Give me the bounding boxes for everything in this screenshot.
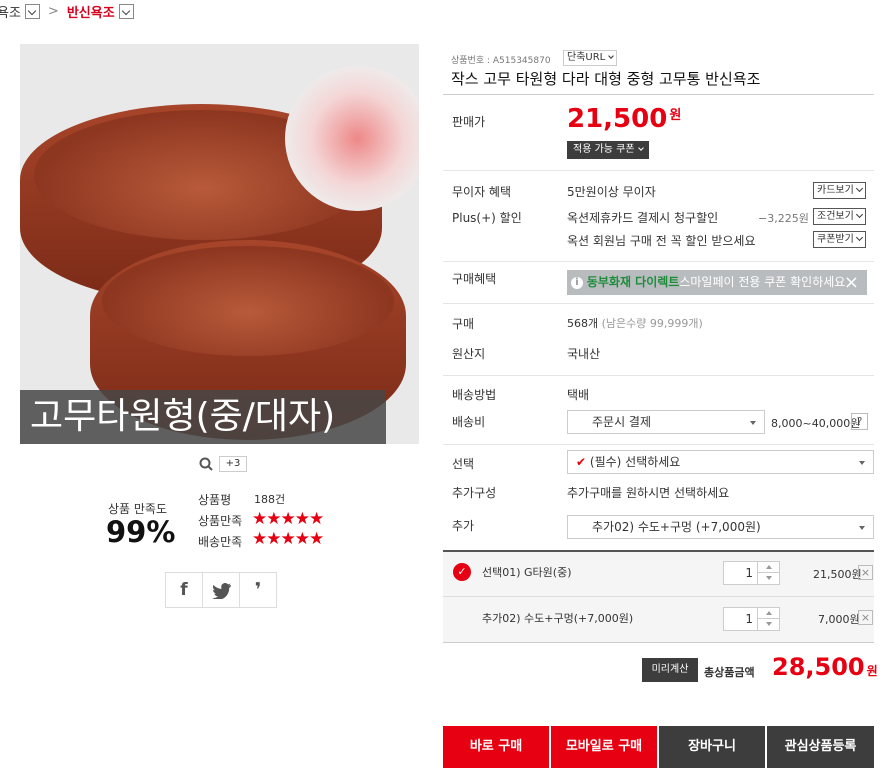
card-view-button[interactable]: 카드보기 (813, 182, 866, 199)
plus-discount-text: 옥션제휴카드 결제시 청구할인 (567, 211, 719, 225)
image-overlay-text: 고무타원형(중/대자) (20, 390, 386, 444)
total-label: 총상품금액 (704, 666, 755, 679)
selected-check-icon: ✓ (453, 563, 471, 581)
shipping-method-value: 택배 (567, 388, 590, 402)
divider (443, 444, 874, 445)
delivery-satisfaction-label: 배송만족 (198, 535, 243, 549)
help-icon[interactable]: ? (851, 413, 868, 430)
breadcrumb-parent[interactable]: 욕조 (0, 2, 21, 21)
blurred-logo (285, 66, 419, 211)
check-icon: ✔ (576, 455, 587, 469)
zoom-icon[interactable] (199, 457, 213, 471)
banner-highlight: 동부화재 다이렉트 (586, 275, 680, 289)
purchase-benefit-banner[interactable]: i 동부화재 다이렉트스마일페이 전용 쿠폰 확인하세요 × (567, 270, 867, 295)
selected-item-name: 선택01) G타원(중) (482, 566, 572, 579)
coupon-receive-button[interactable]: 쿠폰받기 (813, 231, 866, 248)
purchase-benefit-label: 구매혜택 (452, 272, 497, 286)
mobile-buy-button[interactable]: 모바일로 구매 (551, 726, 657, 768)
share-bar: f twitter ❜ (165, 572, 277, 608)
option-select-label: 선택 (452, 457, 475, 471)
divider (443, 261, 874, 262)
breadcrumb: 욕조 > 반신욕조 (0, 2, 134, 21)
selected-item-price: 21,500원 (813, 568, 862, 581)
decrease-button[interactable] (757, 573, 779, 584)
purchase-count-label: 구매 (452, 317, 475, 331)
selected-item-name: 추가02) 수도+구멍(+7,000원) (482, 612, 634, 625)
price-value: 21,500 원 (567, 104, 682, 134)
shipping-fee-label: 배송비 (452, 415, 486, 429)
divider (443, 303, 874, 304)
addon-text: 추가구매를 원하시면 선택하세요 (567, 486, 730, 500)
divider (443, 94, 874, 95)
close-icon[interactable]: × (844, 270, 859, 295)
product-title: 작스 고무 타원형 다라 대형 중형 고무통 반신욕조 (451, 70, 761, 88)
breadcrumb-current-dropdown[interactable] (118, 4, 134, 19)
shipping-fee-range: 8,000~40,000원 (771, 417, 861, 430)
facebook-share-button[interactable]: f (166, 573, 203, 607)
product-number: 상품번호 : A515345870 (451, 56, 551, 66)
increase-button[interactable] (757, 608, 779, 619)
facebook-icon: f (180, 580, 188, 600)
breadcrumb-separator: > (47, 4, 59, 19)
divider (443, 170, 874, 171)
remove-item-button[interactable]: × (858, 610, 873, 625)
extra-label: 추가 (452, 519, 475, 533)
wishlist-button[interactable]: 관심상품등록 (767, 726, 874, 768)
price-label: 판매가 (452, 115, 486, 129)
review-count[interactable]: 188건 (254, 491, 285, 507)
option-select[interactable]: ✔ (필수) 선택하세요 (567, 450, 874, 474)
tub-small-inner (102, 246, 394, 356)
shipping-method-label: 배송방법 (452, 388, 497, 402)
chevron-down-icon (637, 145, 644, 151)
plus-discount-label: Plus(+) 할인 (452, 211, 522, 225)
selected-item-price: 7,000원 (818, 613, 860, 626)
cart-button[interactable]: 장바구니 (659, 726, 765, 768)
coupon-button[interactable]: 적용 가능 쿠폰 (567, 141, 649, 159)
quote-icon: ❜ (254, 579, 262, 601)
more-images-count: +3 (225, 458, 241, 469)
breadcrumb-parent-dropdown[interactable] (24, 4, 40, 19)
breadcrumb-current[interactable]: 반신욕조 (67, 2, 115, 21)
other-share-button[interactable]: ❜ (240, 573, 276, 607)
divider (443, 375, 874, 376)
extra-option-select[interactable]: 추가02) 수도+구멍 (+7,000원) (567, 515, 874, 539)
chevron-down-icon (608, 53, 615, 59)
member-discount-text: 옥션 회원님 구매 전 꼭 할인 받으세요 (567, 234, 756, 248)
addon-label: 추가구성 (452, 486, 497, 500)
buy-now-button[interactable]: 바로 구매 (443, 726, 549, 768)
twitter-share-button[interactable]: twitter (203, 573, 240, 607)
origin-label: 원산지 (452, 347, 486, 361)
satisfaction-value: 99% (106, 515, 176, 549)
quantity-stepper[interactable]: 1 (723, 607, 780, 631)
plus-discount-amount: −3,225원 (758, 212, 809, 225)
review-label: 상품평 (198, 493, 232, 507)
quantity-stepper[interactable]: 1 (723, 561, 780, 585)
condition-view-button[interactable]: 조건보기 (813, 208, 866, 225)
info-icon: i (571, 276, 583, 289)
product-image[interactable]: 고무타원형(중/대자) (20, 44, 419, 444)
twitter-icon (212, 583, 231, 599)
precalc-button[interactable]: 미리계산 (642, 658, 698, 682)
increase-button[interactable] (757, 562, 779, 573)
total-value: 28,500 원 (772, 653, 878, 681)
free-interest-label: 무이자 혜택 (452, 185, 512, 199)
shipping-fee-select[interactable]: 주문시 결제 (567, 410, 765, 434)
more-images-button[interactable]: +3 (219, 456, 247, 472)
delivery-stars: ★★★★★ (252, 529, 324, 549)
decrease-button[interactable] (757, 619, 779, 630)
origin-value: 국내산 (567, 347, 601, 361)
free-interest-text: 5만원이상 무이자 (567, 185, 656, 199)
product-satisfaction-label: 상품만족 (198, 514, 243, 528)
remove-item-button[interactable]: × (858, 565, 873, 580)
banner-text: 스마일페이 전용 쿠폰 확인하세요 (679, 275, 846, 289)
product-stars: ★★★★★ (252, 509, 324, 529)
short-url-button[interactable]: 단축URL (563, 50, 618, 66)
purchase-count: 568개 (남은수량 99,999개) (567, 317, 703, 330)
item-divider (443, 596, 874, 597)
